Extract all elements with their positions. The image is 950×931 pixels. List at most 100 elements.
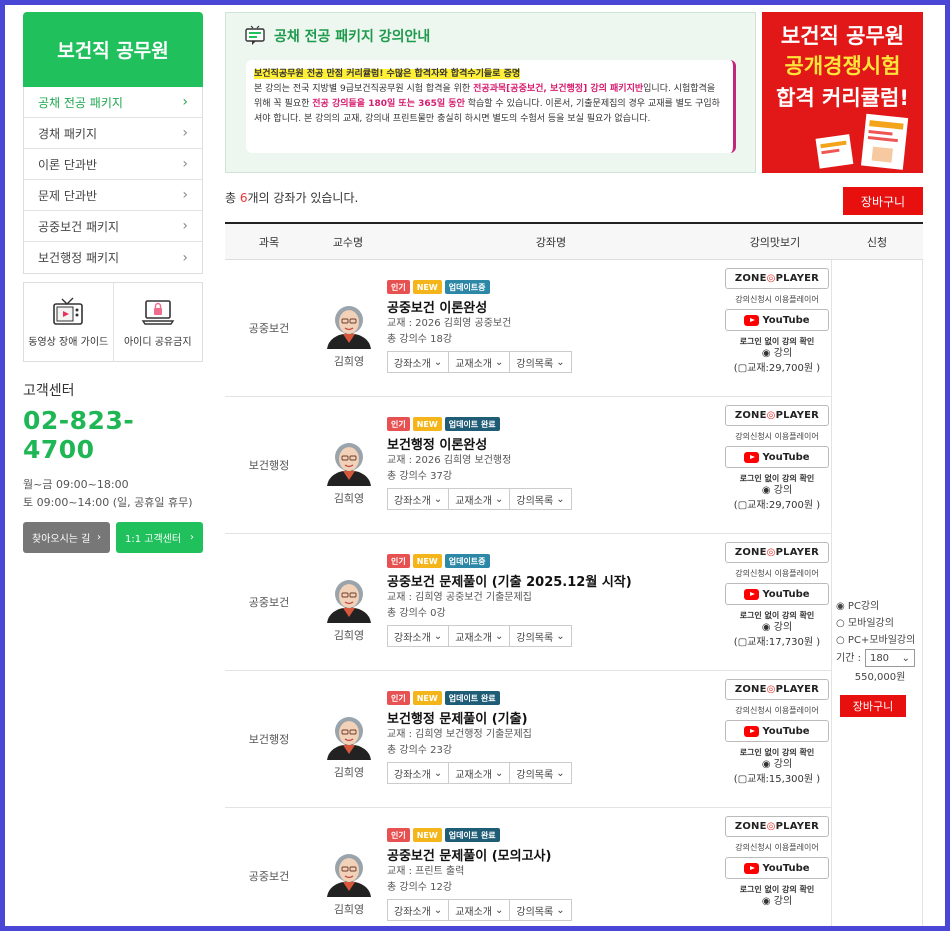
play-circle-icon: ◎ bbox=[766, 273, 776, 284]
course-buttons: 강좌소개 ⌄ 교재소개 ⌄ 강의목록 ⌄ bbox=[387, 488, 723, 510]
support-button[interactable]: 1:1 고객센터 › bbox=[116, 522, 203, 553]
banner-line1: 보건직 공무원 bbox=[780, 24, 905, 48]
login-note: 로그인 없이 강의 확인 bbox=[739, 337, 815, 346]
professor-avatar bbox=[323, 297, 375, 349]
sidebar-item[interactable]: 경채 패키지 › bbox=[24, 118, 202, 149]
chevron-down-icon: ⌄ bbox=[433, 493, 443, 505]
sidebar-item-label: 이론 단과반 bbox=[38, 157, 98, 172]
sidebar-item[interactable]: 공중보건 패키지 › bbox=[24, 211, 202, 242]
lecture-option[interactable]: ◉ 강의 bbox=[725, 758, 829, 772]
course-dropdown-button[interactable]: 강의목록 ⌄ bbox=[510, 351, 572, 373]
period-select[interactable]: 180 ⌄ bbox=[864, 649, 915, 667]
subject-cell: 공중보건 bbox=[248, 322, 290, 335]
zone-player-button[interactable]: ZONE ◎ PLAYER bbox=[725, 679, 829, 700]
video-guide-label: 동영상 장애 가이드 bbox=[28, 336, 109, 348]
sidebar-item[interactable]: 보건행정 패키지 › bbox=[24, 242, 202, 273]
course-dropdown-button[interactable]: 강좌소개 ⌄ bbox=[387, 488, 450, 510]
course-title[interactable]: 공중보건 이론완성 bbox=[387, 297, 723, 316]
subject-cell: 공중보건 bbox=[248, 596, 290, 609]
course-buttons: 강좌소개 ⌄ 교재소개 ⌄ 강의목록 ⌄ bbox=[387, 899, 723, 921]
sidebar-title: 보건직 공무원 bbox=[23, 12, 203, 87]
course-dropdown-button[interactable]: 강좌소개 ⌄ bbox=[387, 351, 450, 373]
course-button-label: 교재소개 bbox=[455, 495, 493, 507]
course-dropdown-button[interactable]: 교재소개 ⌄ bbox=[449, 899, 511, 921]
course-title[interactable]: 공중보건 문제풀이 (기출 2025.12월 시작) bbox=[387, 571, 723, 590]
course-cell: 인기 NEW 업데이트중 공중보건 문제풀이 (기출 2025.12월 시작) 교재 :… bbox=[387, 554, 723, 647]
table-row: 공중보건 김희영 인기 NEW 업데이트중 공중보건 이론완성 교재 : 2026 김희영 … bbox=[225, 260, 831, 397]
radio-unchecked-icon: ○ bbox=[836, 635, 845, 646]
count-number: 6 bbox=[239, 191, 248, 205]
course-book: 교재 : 프린트 출력 bbox=[387, 866, 465, 877]
player-label: PLAYER bbox=[775, 684, 820, 695]
professor-avatar bbox=[323, 434, 375, 486]
badge: NEW bbox=[412, 554, 442, 568]
video-guide-link[interactable]: 동영상 장애 가이드 bbox=[24, 283, 113, 361]
option-pc[interactable]: ◉ PC강의 bbox=[836, 598, 924, 615]
youtube-label: YouTube bbox=[762, 725, 810, 737]
sidebar-item[interactable]: 문제 단과반 › bbox=[24, 180, 202, 211]
apply-column: ◉ PC강의 ○ 모바일강의 ○ PC+모바일강의 기간 : 180 ⌄ 550… bbox=[831, 260, 923, 926]
period-label: 기간 : bbox=[836, 652, 861, 664]
course-title[interactable]: 공중보건 문제풀이 (모의고사) bbox=[387, 845, 723, 864]
youtube-button[interactable]: YouTube bbox=[725, 309, 829, 331]
youtube-button[interactable]: YouTube bbox=[725, 720, 829, 742]
zone-player-button[interactable]: ZONE ◎ PLAYER bbox=[725, 542, 829, 563]
course-dropdown-button[interactable]: 강의목록 ⌄ bbox=[510, 488, 572, 510]
course-cell: 인기 NEW 업데이트 완료 공중보건 문제풀이 (모의고사) 교재 : 프린트 출력 총… bbox=[387, 828, 723, 921]
badge: 업데이트중 bbox=[444, 554, 490, 568]
course-dropdown-button[interactable]: 교재소개 ⌄ bbox=[449, 351, 511, 373]
course-count: 총 6개의 강좌가 있습니다. bbox=[225, 189, 358, 206]
course-dropdown-button[interactable]: 강의목록 ⌄ bbox=[510, 762, 572, 784]
player-label: PLAYER bbox=[775, 547, 820, 558]
course-dropdown-button[interactable]: 강의목록 ⌄ bbox=[510, 625, 572, 647]
video-tv-icon bbox=[53, 297, 84, 325]
lecture-option[interactable]: ◉ 강의 bbox=[725, 484, 829, 498]
badge: 인기 bbox=[387, 417, 410, 431]
id-share-guide-link[interactable]: 아이디 공유금지 bbox=[112, 283, 203, 361]
youtube-button[interactable]: YouTube bbox=[725, 857, 829, 879]
chevron-down-icon: ⌄ bbox=[556, 767, 565, 779]
cart-button-top[interactable]: 장바구니 bbox=[843, 187, 923, 215]
badge: 업데이트 완료 bbox=[444, 417, 500, 431]
lecture-option[interactable]: ◉ 강의 bbox=[725, 347, 829, 361]
lecture-option[interactable]: ◉ 강의 bbox=[725, 895, 829, 909]
course-dropdown-button[interactable]: 교재소개 ⌄ bbox=[449, 625, 511, 647]
course-dropdown-button[interactable]: 교재소개 ⌄ bbox=[449, 762, 511, 784]
guide-box: 동영상 장애 가이드 아이디 공유금지 bbox=[23, 282, 203, 362]
zone-player-button[interactable]: ZONE ◎ PLAYER bbox=[725, 816, 829, 837]
curriculum-banner[interactable]: 보건직 공무원 공개경쟁시험 합격 커리큘럼! bbox=[762, 12, 923, 173]
badge: 인기 bbox=[387, 554, 410, 568]
sidebar-item[interactable]: 이론 단과반 › bbox=[24, 149, 202, 180]
youtube-button[interactable]: YouTube bbox=[725, 583, 829, 605]
course-dropdown-button[interactable]: 교재소개 ⌄ bbox=[449, 488, 511, 510]
zone-label: ZONE bbox=[734, 684, 767, 695]
course-button-label: 강좌소개 bbox=[394, 769, 431, 781]
option-mobile[interactable]: ○ 모바일강의 bbox=[836, 615, 924, 632]
course-title[interactable]: 보건행정 이론완성 bbox=[387, 434, 723, 453]
course-title[interactable]: 보건행정 문제풀이 (기출) bbox=[387, 708, 723, 727]
course-cell: 인기 NEW 업데이트 완료 보건행정 이론완성 교재 : 2026 김희영 보건행정 총… bbox=[387, 417, 723, 510]
course-dropdown-button[interactable]: 강의목록 ⌄ bbox=[510, 899, 572, 921]
professor-avatar bbox=[323, 571, 375, 623]
chevron-right-icon: › bbox=[182, 187, 188, 203]
directions-button[interactable]: 찾아오시는 길 › bbox=[23, 522, 110, 553]
course-button-label: 강의목록 bbox=[516, 495, 554, 507]
period-value: 180 bbox=[869, 652, 890, 664]
course-dropdown-button[interactable]: 강좌소개 ⌄ bbox=[387, 762, 450, 784]
course-button-label: 강의목록 bbox=[516, 358, 554, 370]
player-note: 강의신청시 이용플레이어 bbox=[735, 295, 819, 304]
youtube-icon bbox=[744, 862, 760, 874]
cart-button[interactable]: 장바구니 bbox=[840, 695, 906, 717]
course-dropdown-button[interactable]: 강좌소개 ⌄ bbox=[387, 625, 450, 647]
lecture-option[interactable]: ◉ 강의 bbox=[725, 621, 829, 635]
youtube-button[interactable]: YouTube bbox=[725, 446, 829, 468]
sidebar-item[interactable]: 공채 전공 패키지 › bbox=[24, 87, 202, 118]
course-dropdown-button[interactable]: 강좌소개 ⌄ bbox=[387, 899, 450, 921]
option-both[interactable]: ○ PC+모바일강의 bbox=[836, 632, 924, 649]
weekday-hours: 월~금 09:00~18:00 bbox=[23, 478, 129, 491]
saturday-hours: 토 09:00~14:00 (일, 공휴일 휴무) bbox=[23, 496, 193, 509]
zone-player-button[interactable]: ZONE ◎ PLAYER bbox=[725, 268, 829, 289]
chevron-right-icon: › bbox=[190, 532, 194, 543]
radio-checked-icon: ◉ bbox=[761, 622, 771, 633]
zone-player-button[interactable]: ZONE ◎ PLAYER bbox=[725, 405, 829, 426]
